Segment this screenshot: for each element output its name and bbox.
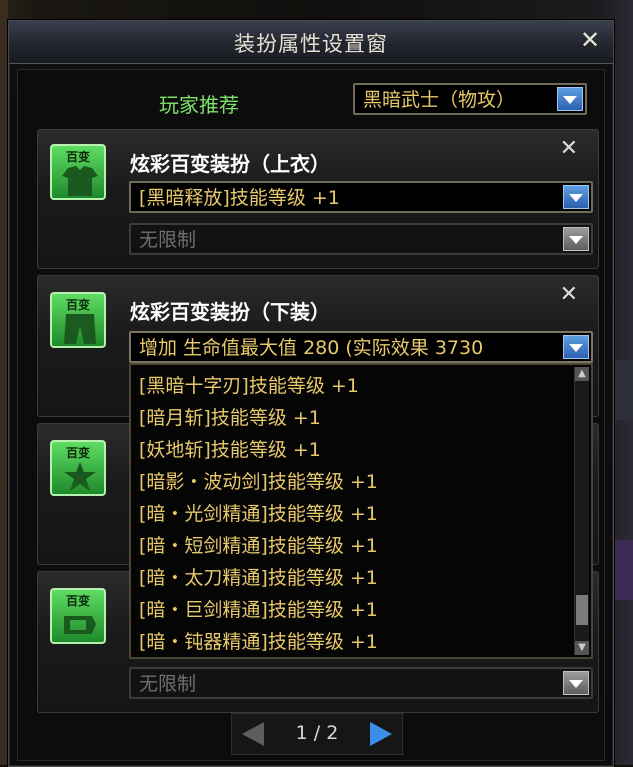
scroll-up-icon[interactable]: ▲ [575, 367, 589, 381]
option-item[interactable]: [暗・太刀精通]技能等级 +1 [139, 563, 378, 590]
player-recommend-row: 玩家推荐 黑暗武士（物攻） [9, 83, 613, 123]
avatar-fourth-icon: 百变 [50, 588, 106, 644]
close-icon[interactable]: ✕ [560, 136, 578, 161]
chevron-down-icon[interactable] [557, 87, 583, 111]
fourth-secondary-dropdown[interactable]: 无限制 [129, 667, 593, 699]
section-title-bottom: 炫彩百变装扮（下装） [130, 300, 330, 324]
close-icon[interactable]: ✕ [560, 282, 578, 307]
background-edge [0, 0, 8, 765]
top-secondary-value: 无限制 [139, 229, 197, 251]
recommend-dropdown-value: 黑暗武士（物攻） [363, 89, 516, 111]
section-title-top: 炫彩百变装扮（上衣） [130, 152, 330, 176]
chevron-down-icon[interactable] [563, 185, 589, 209]
top-secondary-dropdown[interactable]: 无限制 [129, 223, 593, 255]
option-item[interactable]: [暗・光剑精通]技能等级 +1 [139, 499, 378, 526]
option-item[interactable]: [暗月斩]技能等级 +1 [139, 403, 321, 430]
chevron-down-icon[interactable] [563, 335, 589, 359]
title-bar[interactable]: 装扮属性设置窗 ✕ [9, 21, 613, 64]
next-page-icon[interactable] [370, 722, 392, 746]
window-title: 装扮属性设置窗 [234, 32, 388, 56]
pager: 1 / 2 [231, 713, 403, 755]
chevron-down-icon[interactable] [563, 671, 589, 695]
option-item[interactable]: [暗・钝器精通]技能等级 +1 [139, 627, 378, 654]
option-item[interactable]: [暗影・波动剑]技能等级 +1 [139, 467, 378, 494]
close-icon[interactable]: ✕ [575, 25, 605, 55]
option-item[interactable]: [暗・短剑精通]技能等级 +1 [139, 531, 378, 558]
fourth-secondary-value: 无限制 [139, 673, 197, 695]
bottom-option-value: 增加 生命值最大值 280 (实际效果 3730 [139, 337, 484, 359]
option-item[interactable]: [黑暗十字刃]技能等级 +1 [139, 371, 359, 398]
avatar-attribute-window: 装扮属性设置窗 ✕ 玩家推荐 黑暗武士（物攻） ✕ 百变 炫彩百变装扮（上衣） … [8, 20, 614, 767]
scroll-down-icon[interactable]: ▼ [575, 641, 589, 655]
scroll-thumb[interactable] [576, 595, 588, 625]
top-option-value: [黑暗释放]技能等级 +1 [139, 187, 340, 209]
top-option-dropdown[interactable]: [黑暗释放]技能等级 +1 [129, 181, 593, 213]
option-item[interactable]: [妖地斩]技能等级 +1 [139, 435, 321, 462]
avatar-third-icon: 百变 [50, 440, 106, 496]
player-recommend-label: 玩家推荐 [159, 93, 239, 117]
background-edge [611, 360, 633, 420]
avatar-pants-icon: 百变 [50, 292, 106, 348]
option-item[interactable]: [暗・巨剑精通]技能等级 +1 [139, 595, 378, 622]
option-list[interactable]: [黑暗十字刃]技能等级 +1 [暗月斩]技能等级 +1 [妖地斩]技能等级 +1… [129, 363, 593, 659]
bottom-option-dropdown[interactable]: 增加 生命值最大值 280 (实际效果 3730 [129, 331, 593, 363]
recommend-dropdown[interactable]: 黑暗武士（物攻） [353, 83, 587, 115]
background-edge [611, 540, 633, 600]
chevron-down-icon[interactable] [563, 227, 589, 251]
avatar-top-icon: 百变 [50, 144, 106, 200]
option-scrollbar[interactable]: ▲ ▼ [574, 367, 589, 655]
